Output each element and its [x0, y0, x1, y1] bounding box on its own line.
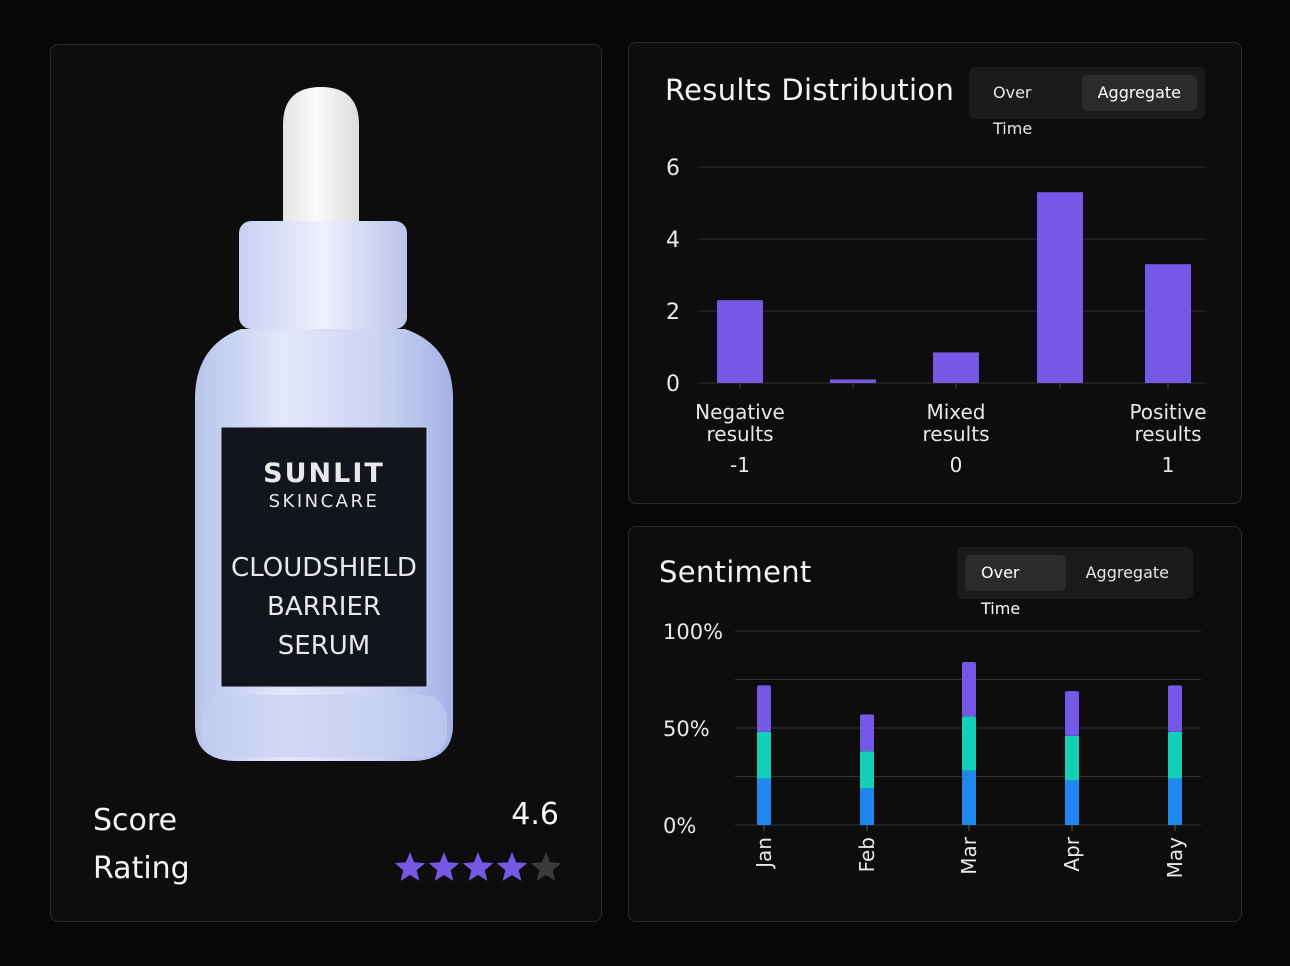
- bar: [830, 379, 876, 383]
- name-line1: CLOUDSHIELD: [231, 553, 417, 583]
- bar-segment: [1168, 778, 1182, 825]
- x-category-label: Negative: [695, 400, 785, 424]
- star-filled-icon: [462, 852, 494, 881]
- sentiment-chart: 0% 50% 100% Jan Feb Mar Apr May: [663, 620, 1201, 879]
- star-filled-icon: [394, 852, 426, 881]
- y-tick-label: 50%: [663, 717, 710, 741]
- x-category-label: Mixed: [926, 400, 985, 424]
- score-value: 4.6: [511, 797, 559, 832]
- sentiment-card: Sentiment Over Time Aggregate 0% 50% 100% J…: [628, 526, 1242, 922]
- star-filled-icon: [428, 852, 460, 881]
- x-category-label: results: [1134, 422, 1201, 446]
- bar-segment: [1168, 685, 1182, 732]
- star-filled-icon: [496, 852, 528, 881]
- product-card: SUNLIT SKINCARE CLOUDSHIELD BARRIER SERU…: [50, 44, 602, 922]
- y-tick-label: 0%: [663, 814, 696, 838]
- y-tick-label: 100%: [663, 620, 723, 644]
- results-distribution-title: Results Distribution: [665, 73, 955, 107]
- x-category-label: results: [706, 422, 773, 446]
- x-category-label: Positive: [1129, 400, 1206, 424]
- bar: [717, 300, 763, 383]
- bar-segment: [1065, 780, 1079, 825]
- bar-segment: [1168, 731, 1182, 779]
- y-tick-label: 6: [666, 156, 680, 181]
- score-label: Score: [93, 803, 178, 838]
- x-tick-label: Feb: [855, 837, 879, 872]
- y-tick-label: 4: [666, 228, 680, 253]
- x-value-label: -1: [730, 453, 750, 477]
- x-tick-label: Jan: [752, 837, 776, 870]
- sentiment-aggregate-tab[interactable]: Aggregate: [1070, 555, 1185, 591]
- bar-segment: [860, 751, 874, 789]
- product-image: SUNLIT SKINCARE CLOUDSHIELD BARRIER SERU…: [195, 87, 453, 761]
- distribution-aggregate-tab[interactable]: Aggregate: [1081, 75, 1197, 111]
- distribution-view-toggle: Over Time Aggregate: [969, 67, 1205, 138]
- brand-line1: SUNLIT: [263, 458, 385, 489]
- results-distribution-chart: 0246Negativeresults-1Mixedresults0Positi…: [666, 156, 1207, 477]
- star-empty-icon: [530, 852, 562, 881]
- bar-segment: [757, 731, 771, 779]
- name-line3: SERUM: [278, 631, 370, 661]
- sentiment-over-time-tab[interactable]: Over Time: [965, 555, 1066, 618]
- bar-segment: [860, 788, 874, 825]
- x-value-label: 1: [1162, 453, 1175, 477]
- name-line2: BARRIER: [267, 592, 381, 622]
- bar: [1145, 264, 1191, 383]
- x-tick-label: Mar: [957, 836, 981, 875]
- distribution-over-time-tab[interactable]: Over Time: [977, 75, 1078, 138]
- bar-segment: [757, 685, 771, 732]
- y-tick-label: 0: [666, 372, 680, 397]
- x-value-label: 0: [950, 453, 963, 477]
- bar-segment: [962, 770, 976, 825]
- bar-segment: [1065, 735, 1079, 781]
- rating-stars: [394, 852, 562, 881]
- bar-segment: [962, 662, 976, 717]
- sentiment-view-toggle: Over Time Aggregate: [957, 547, 1193, 618]
- x-tick-label: May: [1163, 837, 1187, 879]
- rating-label: Rating: [93, 851, 190, 886]
- x-tick-label: Apr: [1060, 836, 1084, 871]
- bar-segment: [1065, 691, 1079, 736]
- bar-segment: [962, 716, 976, 771]
- y-tick-label: 2: [666, 300, 680, 325]
- bar: [933, 352, 979, 383]
- brand-line2: SKINCARE: [269, 491, 380, 512]
- results-distribution-card: Results Distribution Over Time Aggregate…: [628, 42, 1242, 504]
- bar-segment: [757, 778, 771, 825]
- sentiment-title: Sentiment: [659, 555, 812, 589]
- bar: [1037, 192, 1083, 383]
- x-category-label: results: [922, 422, 989, 446]
- bar-segment: [860, 714, 874, 752]
